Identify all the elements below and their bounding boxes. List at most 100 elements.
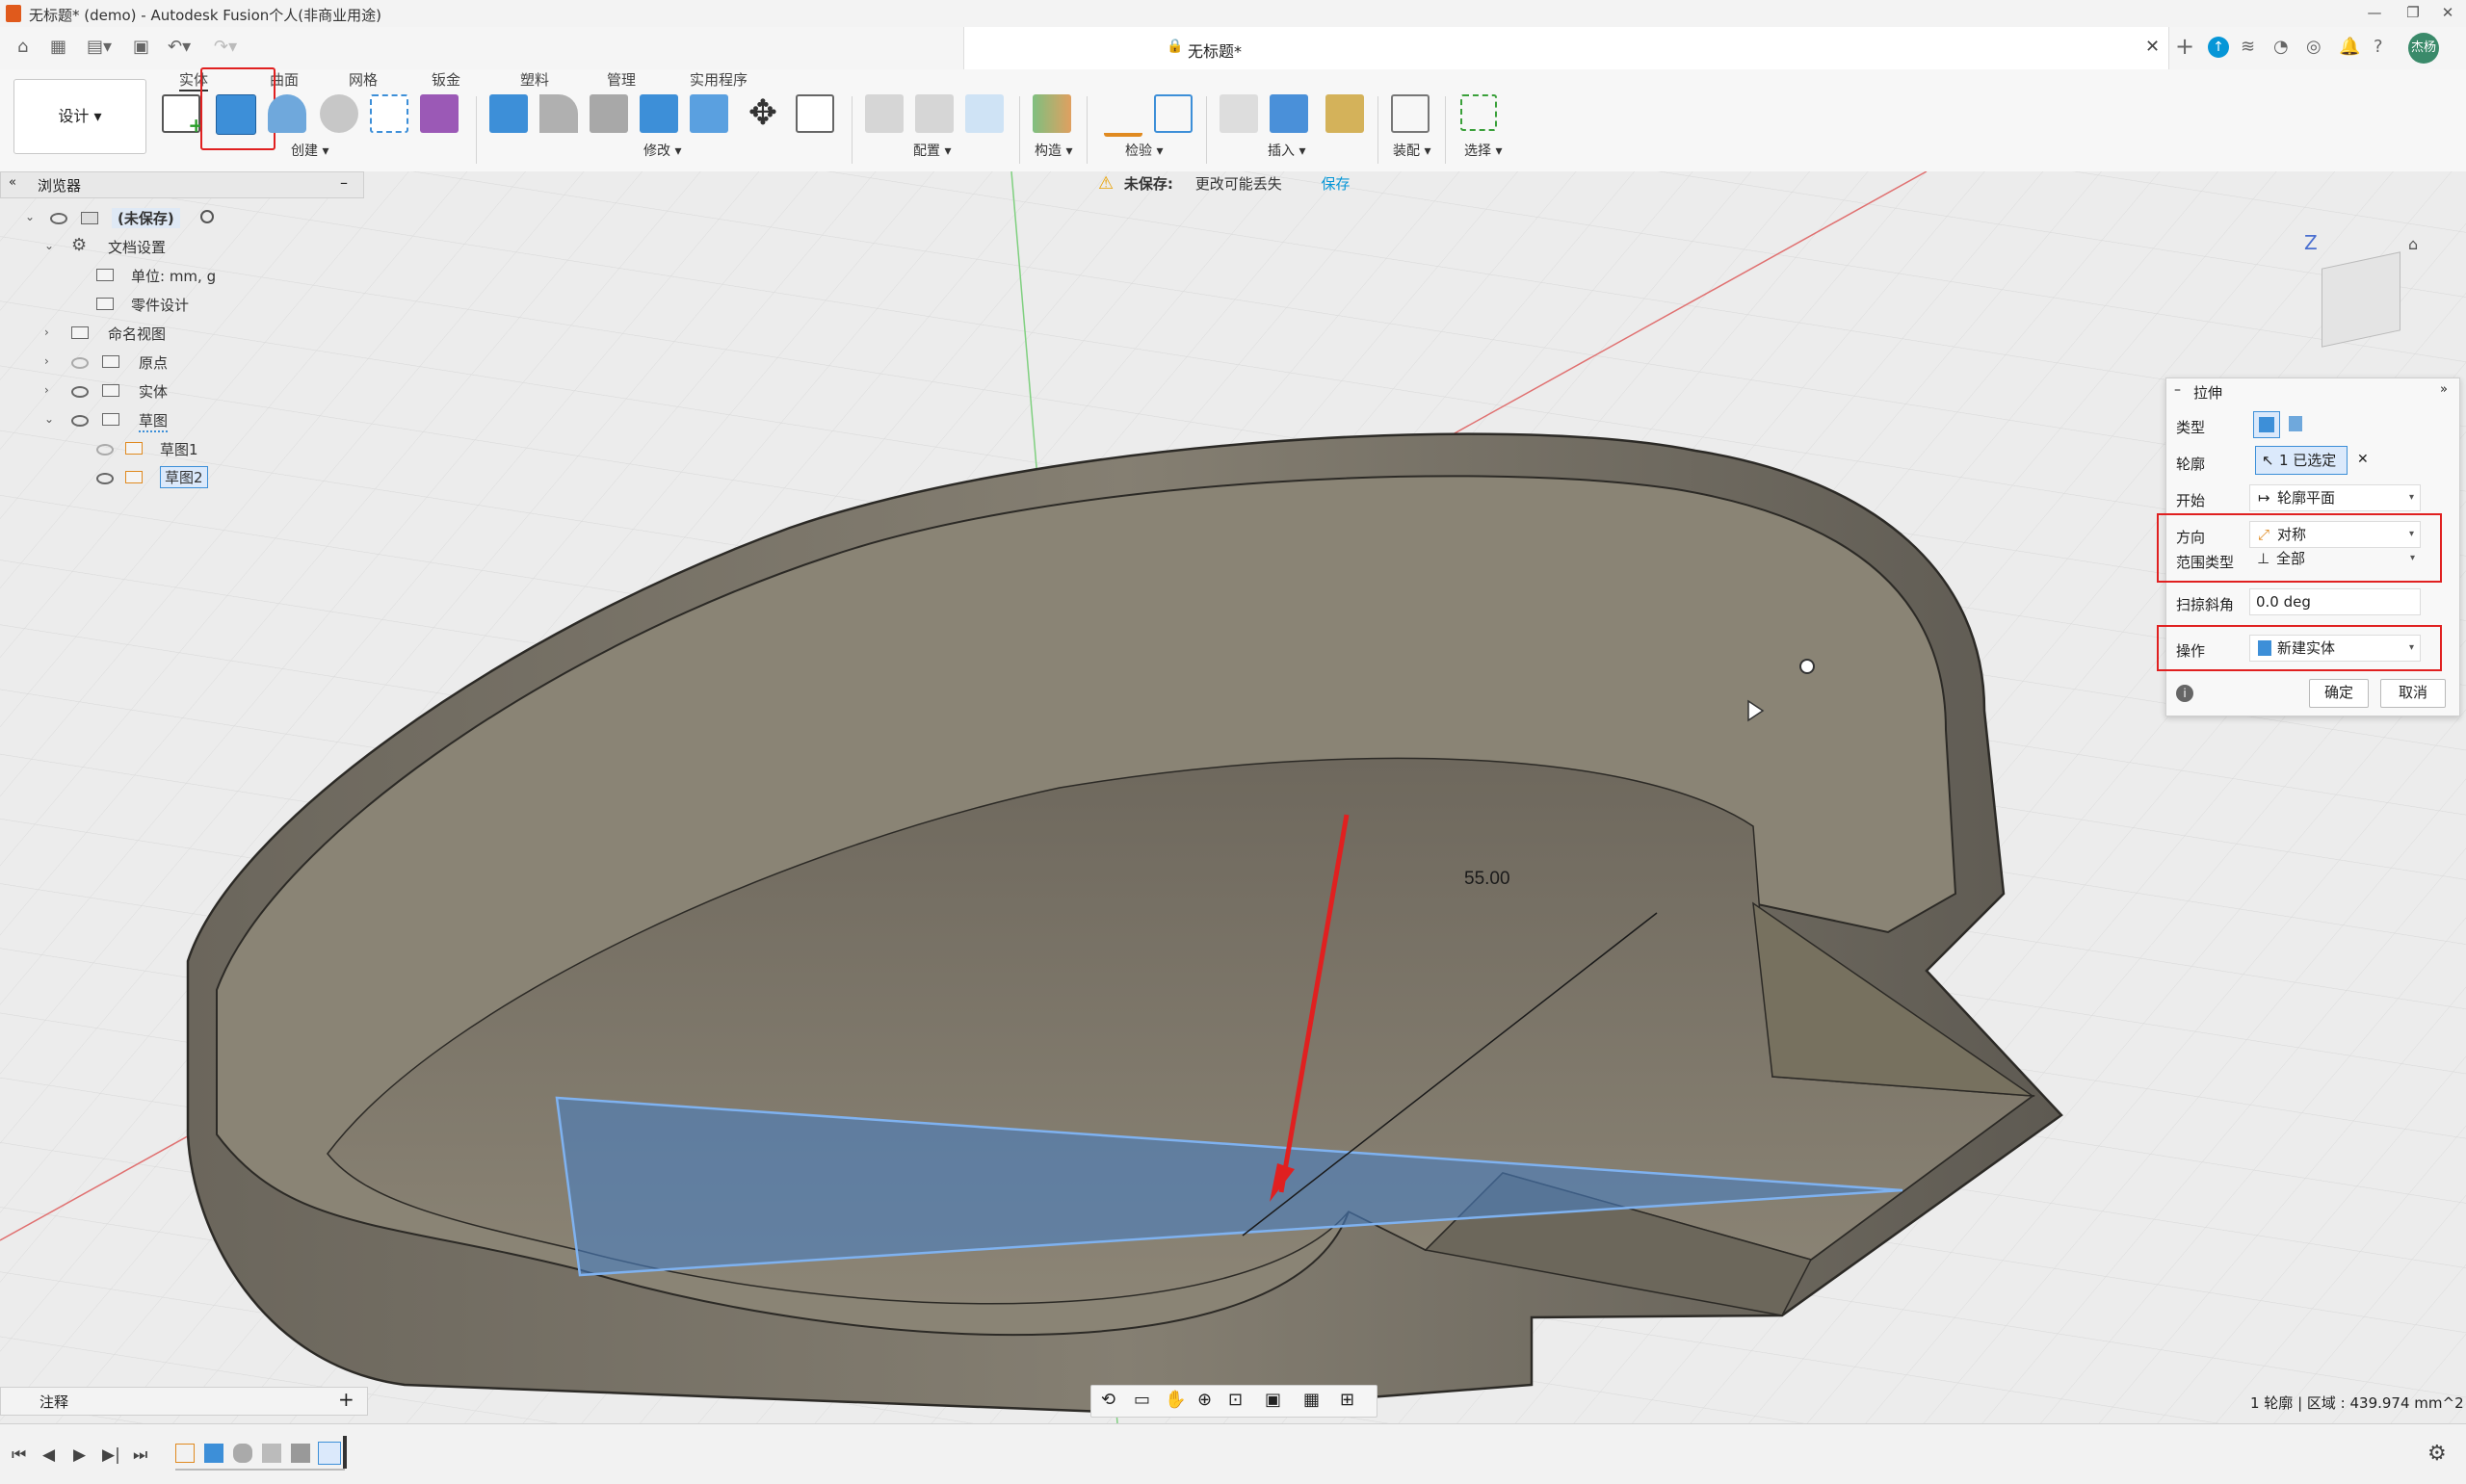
model-canvas[interactable]: 55.00 [0, 171, 2466, 1423]
group-modify[interactable]: 修改 ▾ [643, 141, 681, 160]
workspace-switcher[interactable]: 设计 ▾ [13, 79, 146, 154]
timeline-sketch2-icon[interactable] [318, 1442, 341, 1465]
browser-root[interactable]: ⌄ (未保存) [25, 208, 343, 235]
sweep-icon[interactable] [320, 94, 358, 133]
browser-part-design[interactable]: 零件设计 [96, 295, 337, 322]
select-icon[interactable] [1460, 94, 1497, 131]
group-inspect[interactable]: 检验 ▾ [1125, 141, 1163, 160]
shell-icon[interactable] [640, 94, 678, 133]
timeline-track[interactable] [175, 1436, 347, 1471]
extrude-manipulator-handle[interactable] [1799, 659, 1815, 674]
undo-icon[interactable]: ↶▾ [168, 37, 191, 58]
user-avatar[interactable]: 杰杨 [2408, 33, 2439, 64]
visibility-eye-icon[interactable] [71, 386, 89, 398]
visibility-eye-icon[interactable] [50, 213, 67, 224]
timeline-sketch-icon[interactable] [175, 1444, 195, 1463]
group-create[interactable]: 创建 ▾ [291, 141, 328, 160]
save-icon[interactable]: ▣ [133, 37, 149, 58]
timeline-extrude-icon[interactable] [204, 1444, 223, 1463]
browser-sketches[interactable]: ⌄ 草图 [44, 410, 333, 437]
view-cube-face[interactable] [2322, 251, 2400, 348]
extent-dropdown[interactable]: ⊥ 全部 ▾ [2249, 546, 2421, 573]
tab-mesh[interactable]: 网格 [349, 69, 378, 90]
zoom-icon[interactable]: ⊕ [1197, 1390, 1212, 1410]
pattern-icon[interactable] [370, 94, 408, 133]
home-icon[interactable]: ⌂ [17, 37, 28, 58]
tab-sheet-metal[interactable]: 钣金 [432, 69, 460, 90]
clear-selection-icon[interactable]: ✕ [2357, 452, 2369, 467]
chevron-right-icon[interactable]: › [44, 383, 58, 397]
direction-dropdown[interactable]: ⤢ 对称 ▾ [2249, 521, 2421, 548]
activate-radio-icon[interactable] [200, 210, 214, 223]
upgrade-icon[interactable]: ↑ [2208, 37, 2229, 58]
go-to-start-icon[interactable]: ⏮ [12, 1445, 26, 1465]
group-construct[interactable]: 构造 ▾ [1035, 141, 1072, 160]
taper-input[interactable]: 0.0 deg [2249, 588, 2421, 615]
browser-units[interactable]: 单位: mm, g [96, 266, 337, 293]
chevron-down-icon[interactable]: ⌄ [25, 210, 39, 223]
create-sketch-icon[interactable]: + [162, 94, 204, 137]
timeline-fillet-icon[interactable] [233, 1444, 252, 1463]
add-annotation-icon[interactable]: + [338, 1388, 354, 1411]
tab-manage[interactable]: 管理 [607, 69, 636, 90]
chevron-right-icon[interactable]: › [44, 354, 58, 368]
viewports-icon[interactable]: ⊞ [1340, 1390, 1354, 1410]
pan-icon[interactable]: ✋ [1165, 1390, 1186, 1410]
view-cube[interactable]: Z ⌂ [2293, 231, 2418, 356]
profile-selection[interactable]: ↖ 1 已选定 [2255, 446, 2348, 475]
browser-bodies[interactable]: › 实体 [44, 381, 333, 408]
extrude-icon[interactable] [216, 94, 256, 135]
document-tab[interactable]: 🔒 无标题* ✕ [963, 27, 2169, 69]
hidden-eye-icon[interactable] [71, 357, 89, 369]
view-cube-home-icon[interactable]: ⌂ [2408, 235, 2418, 253]
job-status-icon[interactable]: ≋ [2241, 37, 2255, 58]
help-icon[interactable]: ? [2374, 37, 2383, 58]
tab-utilities[interactable]: 实用程序 [690, 69, 748, 90]
file-menu-icon[interactable]: ▤▾ [87, 37, 112, 58]
close-icon[interactable]: ✕ [2433, 4, 2462, 23]
maximize-icon[interactable]: ❐ [2399, 4, 2427, 23]
chamfer-icon[interactable] [590, 94, 628, 133]
timeline-shell-icon[interactable] [262, 1444, 281, 1463]
browser-origin[interactable]: › 原点 [44, 352, 333, 379]
collapse-icon[interactable]: – [2174, 382, 2181, 398]
section-analysis-icon[interactable] [1154, 94, 1193, 133]
display-settings-icon[interactable]: ▣ [1265, 1390, 1281, 1410]
fillet-icon[interactable] [539, 94, 578, 133]
minimize-icon[interactable]: — [2360, 4, 2389, 23]
group-configure[interactable]: 配置 ▾ [913, 141, 951, 160]
operation-dropdown[interactable]: 新建实体 ▾ [2249, 635, 2421, 662]
info-icon[interactable]: i [2176, 685, 2193, 702]
cancel-button[interactable]: 取消 [2380, 679, 2446, 708]
press-pull-icon[interactable] [489, 94, 528, 133]
ok-button[interactable]: 确定 [2309, 679, 2369, 708]
orbit-icon[interactable]: ⟲ [1101, 1390, 1115, 1410]
redo-icon[interactable]: ↷▾ [214, 37, 237, 58]
browser-named-views[interactable]: › 命名视图 [44, 324, 333, 351]
browser-sketch2[interactable]: 草图2 [96, 466, 337, 495]
browser-doc-settings[interactable]: ⌄ ⚙ 文档设置 [44, 235, 333, 264]
new-tab-icon[interactable]: + [2175, 33, 2194, 60]
extensions-icon[interactable]: ◎ [2306, 37, 2322, 58]
parameters-icon[interactable] [796, 94, 834, 133]
look-at-icon[interactable]: ▭ [1134, 1390, 1150, 1410]
timeline-settings-icon[interactable]: ⚙ [2427, 1442, 2447, 1466]
fit-icon[interactable]: ⊡ [1228, 1390, 1243, 1410]
start-dropdown[interactable]: ↦ 轮廓平面 ▾ [2249, 484, 2421, 511]
close-tab-icon[interactable]: ✕ [2145, 37, 2160, 57]
group-select[interactable]: 选择 ▾ [1464, 141, 1502, 160]
configure-icon-1[interactable] [865, 94, 904, 133]
visibility-eye-icon[interactable] [96, 473, 114, 484]
chevron-down-icon[interactable]: ⌄ [44, 412, 58, 426]
revolve-icon[interactable] [268, 94, 306, 133]
expand-icon[interactable]: » [2440, 382, 2448, 397]
canvas-viewport[interactable]: 55.00 Z ⌂ [0, 171, 2466, 1423]
dimension-label[interactable]: 55.00 [1464, 869, 1510, 889]
create-form-icon[interactable] [420, 94, 459, 133]
timeline-feature-icon[interactable] [291, 1444, 310, 1463]
browser-sketch1[interactable]: 草图1 [96, 439, 337, 466]
grid-apps-icon[interactable]: ▦ [50, 37, 66, 58]
chevron-right-icon[interactable]: › [44, 325, 58, 339]
insert-derive-icon[interactable] [1220, 94, 1258, 133]
group-insert[interactable]: 插入 ▾ [1268, 141, 1305, 160]
